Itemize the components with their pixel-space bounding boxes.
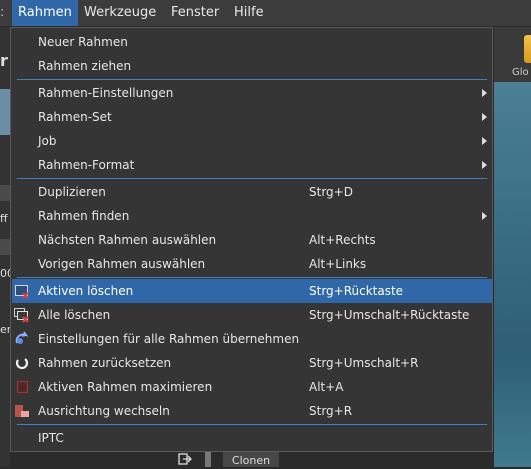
menubar: : Rahmen Werkzeuge Fenster Hilfe [0,0,531,27]
menu-item-label: Alle löschen [38,308,111,322]
maximize-icon [14,379,30,395]
menu-item-label: Duplizieren [38,185,106,199]
menu-item-rahmen-set[interactable]: Rahmen-Set [12,105,492,129]
menu-item-label: Neuer Rahmen [38,35,128,49]
menu-rahmen[interactable]: Rahmen [12,0,78,26]
menu-item-vorigen-rahmen[interactable]: Vorigen Rahmen auswählen Alt+Links [12,252,492,276]
menu-item-neuer-rahmen[interactable]: Neuer Rahmen [12,30,492,54]
menu-item-rahmen-format[interactable]: Rahmen-Format [12,153,492,177]
left-fragment-title: r [0,51,8,70]
left-fragment-er: er [0,323,10,336]
menu-item-shortcut: Alt+Links [309,257,367,271]
menu-item-label: Job [38,134,57,148]
menu-item-duplizieren[interactable]: Duplizieren Strg+D [12,180,492,204]
submenu-arrow-icon [482,212,487,220]
menu-item-iptc[interactable]: IPTC [12,426,492,450]
menu-item-label: Rahmen zurücksetzen [38,356,172,370]
menu-werkzeuge[interactable]: Werkzeuge [78,0,162,26]
menu-item-label: Aktiven löschen [38,284,134,298]
menu-hilfe[interactable]: Hilfe [228,0,270,26]
menu-item-rahmen-finden[interactable]: Rahmen finden [12,204,492,228]
export-icon[interactable] [178,452,192,466]
menu-item-shortcut: Strg+R [309,404,353,418]
apply-all-icon [14,331,30,347]
menu-item-label: Nächsten Rahmen auswählen [38,233,217,247]
menubar-edge-fragment: : [0,5,5,20]
toolbox-tool-label: Glo [512,67,529,78]
orientation-icon [14,403,30,419]
image-preview [494,82,531,467]
menu-separator [17,178,487,179]
submenu-arrow-icon [482,161,487,169]
menu-item-naechsten-rahmen[interactable]: Nächsten Rahmen auswählen Alt+Rechts [12,228,492,252]
delete-all-icon [14,307,30,323]
menu-item-einstellungen-uebernehmen[interactable]: Einstellungen für alle Rahmen übernehmen [12,327,492,351]
menu-item-rahmen-einstellungen[interactable]: Rahmen-Einstellungen [12,81,492,105]
menu-item-rahmen-zuruecksetzen[interactable]: Rahmen zurücksetzen Strg+Umschalt+R [12,351,492,375]
right-panel-fragment: Glo [494,27,531,467]
menu-item-aktiven-loeschen[interactable]: Aktiven löschen Strg+Rücktaste [12,279,492,303]
right-toolbox: Glo [494,27,531,79]
menu-item-label: Rahmen-Einstellungen [38,86,174,100]
menu-item-label: Aktiven Rahmen maximieren [38,380,213,394]
left-panel-fragment: r ff er 00 [0,27,10,467]
menu-item-label: Rahmen-Format [38,158,135,172]
menu-item-ausrichtung-wechseln[interactable]: Ausrichtung wechseln Strg+R [12,399,492,423]
menu-item-shortcut: Strg+D [309,185,353,199]
delete-frame-icon [14,283,30,299]
left-fragment-00: 00 [0,267,10,280]
menu-item-label: Rahmen-Set [38,110,112,124]
menu-item-shortcut: Alt+A [309,380,344,394]
menu-item-label: Ausrichtung wechseln [38,404,170,418]
menu-item-shortcut: Strg+Umschalt+Rücktaste [309,308,470,322]
menu-item-shortcut: Strg+Umschalt+R [309,356,419,370]
menu-item-label: Rahmen ziehen [38,59,132,73]
menu-item-label: Vorigen Rahmen auswählen [38,257,206,271]
submenu-arrow-icon [482,113,487,121]
menu-item-label: IPTC [38,431,64,445]
menu-item-label: Einstellungen für alle Rahmen übernehmen [38,332,300,346]
menu-item-shortcut: Alt+Rechts [309,233,376,247]
reset-icon [14,355,30,371]
left-field[interactable] [0,185,10,201]
toolbox-tool-icon[interactable] [524,35,531,63]
bottom-toolbar-fragment: Clonen [10,452,494,467]
menu-fenster[interactable]: Fenster [165,0,225,26]
menu-separator [17,277,487,278]
menu-item-shortcut: Strg+Rücktaste [309,284,404,298]
rahmen-dropdown-menu: Neuer Rahmen Rahmen ziehen Rahmen-Einste… [10,27,493,452]
menu-item-label: Rahmen finden [38,209,130,223]
menu-separator [17,79,487,80]
menu-separator [17,424,487,425]
menu-item-aktiven-maximieren[interactable]: Aktiven Rahmen maximieren Alt+A [12,375,492,399]
submenu-arrow-icon [482,137,487,145]
panel-divider-handle[interactable] [205,452,211,467]
left-fragment-ff: ff [0,212,8,225]
menu-item-rahmen-ziehen[interactable]: Rahmen ziehen [12,54,492,78]
menu-item-job[interactable]: Job [12,129,492,153]
submenu-arrow-icon [482,89,487,97]
menu-item-alle-loeschen[interactable]: Alle löschen Strg+Umschalt+Rücktaste [12,303,492,327]
left-field-2[interactable] [0,239,10,255]
clone-button[interactable]: Clonen [223,452,279,467]
left-thumbnail [0,89,10,135]
